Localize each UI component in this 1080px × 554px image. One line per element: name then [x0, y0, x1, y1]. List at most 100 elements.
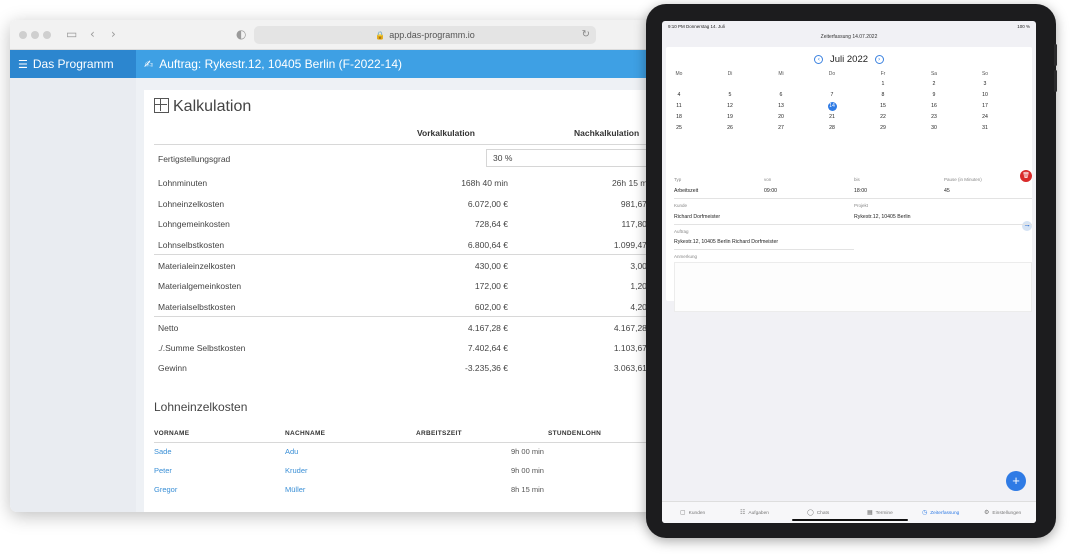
- calendar-day[interactable]: 11: [669, 102, 689, 111]
- day-number: 16: [931, 103, 937, 109]
- nachname-link[interactable]: Kruder: [285, 466, 308, 475]
- calendar-day[interactable]: 23: [924, 113, 944, 122]
- day-number: 15: [880, 103, 886, 109]
- calendar-day[interactable]: 15: [873, 102, 893, 111]
- calendar-day[interactable]: 16: [924, 102, 944, 111]
- close-window-button[interactable]: [19, 31, 27, 39]
- calendar-day[interactable]: 18: [669, 113, 689, 122]
- tab-label: Termine: [875, 511, 893, 516]
- add-entry-button[interactable]: +: [1006, 471, 1026, 491]
- row-label: Materialeinzelkosten: [158, 261, 236, 272]
- vorname-link[interactable]: Gregor: [154, 485, 177, 494]
- calendar-day[interactable]: 13: [771, 102, 791, 111]
- tab-einstellungen[interactable]: ⚙ Einstellungen: [984, 509, 1021, 516]
- kunde-field[interactable]: Richard Dorfmeister: [674, 214, 720, 220]
- month-label: Juli 2022: [829, 54, 869, 65]
- auftrag-field[interactable]: Rykestr.12, 10405 Berlin Richard Dorfmei…: [674, 239, 778, 245]
- brand-button[interactable]: ☰ Das Programm: [10, 50, 136, 78]
- battery-status: 100 %: [1017, 24, 1030, 29]
- shield-icon[interactable]: ◐: [236, 27, 246, 41]
- projekt-field[interactable]: Rykestr.12, 10405 Berlin: [854, 214, 911, 220]
- arbeitszeit-value: 8h 15 min: [511, 485, 544, 494]
- kalkulation-card: Kalkulation Vorkalkulation Nachkalkulati…: [144, 90, 658, 512]
- day-number: 25: [676, 125, 682, 131]
- typ-field[interactable]: Arbeitszeit: [674, 188, 698, 194]
- calendar-day[interactable]: 28: [822, 124, 842, 133]
- calendar-day[interactable]: 25: [669, 124, 689, 133]
- calendar-day[interactable]: 10: [975, 91, 995, 100]
- tab-termine[interactable]: ▦ Termine: [867, 509, 893, 516]
- calendar-day[interactable]: 2: [924, 80, 944, 89]
- browser-toolbar: ▭ ‹ › ◐ 🔒 app.das-programm.io ↻: [10, 20, 658, 50]
- tab-label: Zeiterfassung: [930, 511, 960, 516]
- calendar-day[interactable]: 9: [924, 91, 944, 100]
- tab-zeiterfassung[interactable]: ◷ Zeiterfassung: [922, 509, 959, 516]
- calendar-day[interactable]: 30: [924, 124, 944, 133]
- calendar-day[interactable]: 12: [720, 102, 740, 111]
- trash-icon[interactable]: 🗑: [1020, 170, 1032, 182]
- row-label: Materialselbstkosten: [158, 301, 236, 312]
- day-number: 30: [931, 125, 937, 131]
- calendar-day-selected[interactable]: 14: [822, 102, 842, 111]
- arbeitszeit-value: 9h 00 min: [511, 466, 544, 475]
- calendar-day[interactable]: 5: [720, 91, 740, 100]
- weekday-label: So: [981, 71, 989, 77]
- calendar-day[interactable]: 20: [771, 113, 791, 122]
- reload-icon[interactable]: ↻: [582, 26, 590, 44]
- calendar-day[interactable]: 4: [669, 91, 689, 100]
- row-vor: -3.235,36 €: [464, 363, 508, 374]
- day-number: 20: [778, 114, 784, 120]
- address-bar[interactable]: 🔒 app.das-programm.io ↻: [254, 26, 596, 44]
- day-number: 28: [829, 125, 835, 131]
- table-row: Netto 4.167,28 €4.167,28 €: [154, 316, 658, 337]
- fertigstellungsgrad-input[interactable]: 30 %: [486, 149, 658, 167]
- calendar-day[interactable]: 19: [720, 113, 740, 122]
- calendar-day[interactable]: 7: [822, 91, 842, 100]
- next-month-icon[interactable]: ›: [874, 55, 884, 64]
- day-number: 7: [830, 92, 834, 98]
- tab-aufgaben[interactable]: ☷ Aufgaben: [740, 509, 769, 516]
- minimize-window-button[interactable]: [31, 31, 39, 39]
- row-vor: 728,64 €: [474, 219, 508, 230]
- calendar-day[interactable]: 8: [873, 91, 893, 100]
- calendar-day[interactable]: 17: [975, 102, 995, 111]
- chevron-left-icon[interactable]: ‹: [90, 27, 95, 41]
- prev-month-icon[interactable]: ‹: [814, 55, 824, 64]
- zoom-window-button[interactable]: [43, 31, 51, 39]
- projekt-label: Projekt: [854, 203, 869, 208]
- calendar-day[interactable]: 29: [873, 124, 893, 133]
- tab-kunden[interactable]: ▢ Kunden: [680, 509, 705, 516]
- calendar-day[interactable]: 31: [975, 124, 995, 133]
- row-vor: 6.800,64 €: [467, 239, 508, 250]
- vorname-link[interactable]: Peter: [154, 466, 172, 475]
- row-vor: 7.402,64 €: [467, 342, 508, 353]
- calendar-day[interactable]: 26: [720, 124, 740, 133]
- calendar-day[interactable]: 3: [975, 80, 995, 89]
- pause-field[interactable]: 45: [944, 188, 950, 194]
- chevron-right-icon[interactable]: ›: [111, 27, 116, 41]
- nachname-link[interactable]: Adu: [285, 447, 298, 456]
- table-row: Lohneinzelkosten 6.072,00 €981,67 €: [154, 193, 658, 214]
- anmerkung-textarea[interactable]: [674, 262, 1032, 312]
- nachname-link[interactable]: Müller: [285, 485, 305, 494]
- calendar-day[interactable]: 6: [771, 91, 791, 100]
- weekday-label: Mi: [778, 71, 784, 77]
- sidebar-icon[interactable]: ▭: [66, 27, 77, 41]
- day-number: 21: [829, 114, 835, 120]
- arrow-right-icon[interactable]: →: [1022, 221, 1032, 231]
- day-number: 12: [727, 103, 733, 109]
- lohneinzelkosten-title: Lohneinzelkosten: [154, 400, 248, 414]
- day-number: 24: [982, 114, 988, 120]
- tab-chats[interactable]: ◯ Chats: [807, 509, 829, 516]
- day-number: 26: [727, 125, 733, 131]
- calendar-day[interactable]: 21: [822, 113, 842, 122]
- bis-field[interactable]: 18:00: [854, 188, 867, 194]
- row-vor: 6.072,00 €: [467, 198, 508, 209]
- von-field[interactable]: 09:00: [764, 188, 777, 194]
- vorname-link[interactable]: Sade: [154, 447, 172, 456]
- calendar-day[interactable]: 27: [771, 124, 791, 133]
- calendar-day[interactable]: 22: [873, 113, 893, 122]
- calendar-day[interactable]: 24: [975, 113, 995, 122]
- row-label: Lohngemeinkosten: [158, 219, 230, 230]
- calendar-day[interactable]: 1: [873, 80, 893, 89]
